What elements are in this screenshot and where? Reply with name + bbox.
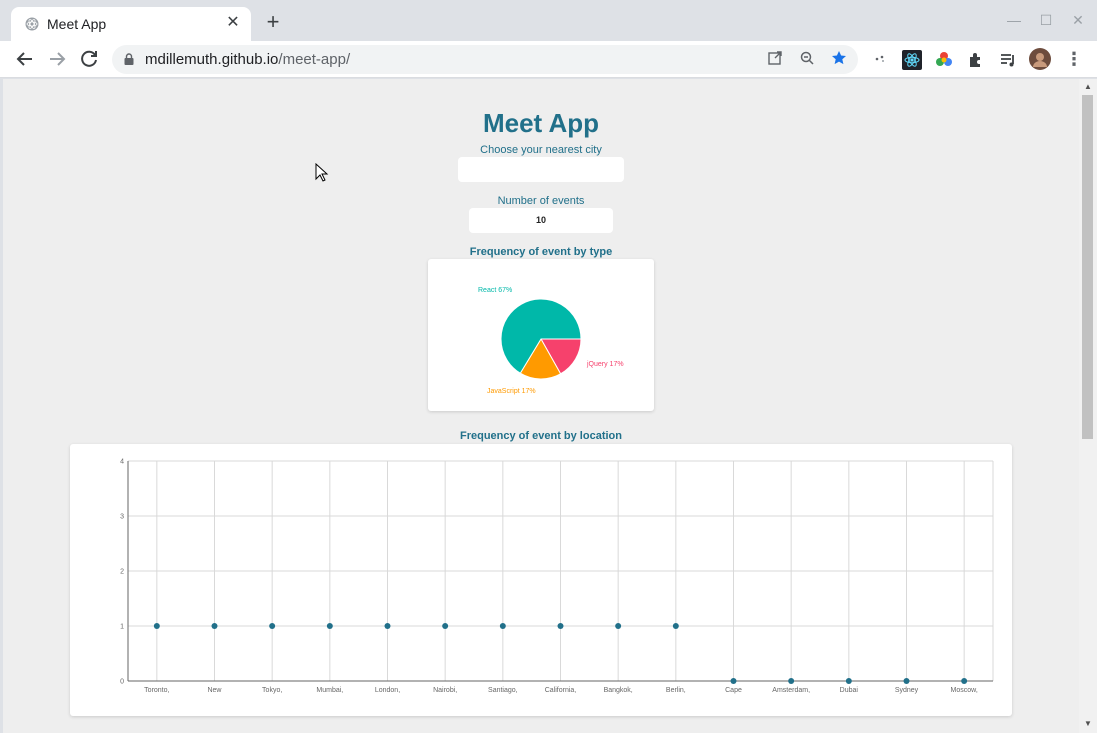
pie-chart: jQuery 17% JavaScript 17% React 67% [478,287,624,395]
scatter-point[interactable] [845,678,852,684]
url-host: mdillemuth.github.io [145,51,279,68]
tab-strip: Meet App ✕ + — ☐ ✕ [0,0,1097,41]
url-path: /meet-app/ [278,51,351,68]
scatter-point[interactable] [615,623,622,629]
y-tick-label: 3 [120,514,124,521]
lock-icon [124,53,134,65]
scatter-point[interactable] [557,623,564,629]
x-tick-label: Amsterdam, [772,687,810,694]
x-tick-label: Cape [725,687,742,694]
scroll-thumb[interactable] [1082,95,1093,439]
page-title: Meet App [482,108,600,138]
scatter-point[interactable] [961,678,968,684]
x-tick-label: Mumbai, [316,687,343,694]
url-text: mdillemuth.github.io/meet-app/ [145,51,350,68]
browser-window: Meet App ✕ + — ☐ ✕ mdillemuth.github.io/… [0,0,1097,733]
y-tick-label: 1 [120,624,124,631]
x-tick-label: Berlin, [666,687,686,694]
profile-avatar[interactable] [1029,48,1051,70]
city-search-input[interactable] [458,157,624,182]
react-devtools-icon[interactable] [902,50,922,70]
scatter-point[interactable] [903,678,910,684]
scatter-point[interactable] [384,623,391,629]
open-in-app-icon[interactable] [765,50,785,70]
tab-close-icon[interactable]: ✕ [223,13,243,33]
x-tick-label: Moscow, [951,687,978,694]
forward-icon[interactable] [45,47,69,71]
scatter-point[interactable] [442,623,449,629]
events-label: Number of events [497,195,585,207]
city-label: Choose your nearest city [480,144,602,156]
close-window-icon[interactable]: ✕ [1068,10,1088,30]
x-tick-label: Bangkok, [604,687,633,694]
x-tick-label: Tokyo, [262,687,282,694]
extensions-puzzle-icon[interactable] [966,50,986,70]
scroll-up-icon[interactable]: ▲ [1083,82,1093,92]
scatter-point[interactable] [211,623,218,629]
y-tick-label: 0 [120,679,124,686]
scatter-point[interactable] [499,623,506,629]
tab-meet-app[interactable]: Meet App ✕ [11,7,251,41]
media-queue-icon[interactable] [998,50,1018,70]
x-tick-label: New [207,687,222,694]
page-scrollbar[interactable]: ▲ ▼ [1079,79,1097,733]
zoom-icon[interactable] [797,50,817,70]
mouse-cursor-icon [315,163,329,182]
x-tick-label: Dubai [840,687,859,694]
scatter-point[interactable] [788,678,795,684]
address-bar[interactable]: mdillemuth.github.io/meet-app/ [112,45,858,74]
x-tick-label: Santiago, [488,687,518,694]
scatter-point[interactable] [672,623,679,629]
bookmark-star-icon[interactable] [829,50,849,70]
scatter-chart-card: 0 1 2 3 4 Toronto, New Tokyo, Mumbai, London, Nair… [70,444,1012,716]
browser-toolbar: mdillemuth.github.io/meet-app/ ⋮ [0,41,1097,78]
x-tick-label: California, [545,687,577,694]
back-icon[interactable] [13,47,37,71]
react-favicon-icon [25,17,39,31]
new-tab-button[interactable]: + [262,11,284,34]
pie-label-javascript: JavaScript 17% [487,388,536,395]
tab-title: Meet App [47,16,107,32]
scatter-point[interactable] [326,623,333,629]
maximize-icon[interactable]: ☐ [1036,10,1056,30]
y-tick-label: 4 [120,459,124,466]
minimize-icon[interactable]: — [1004,10,1024,30]
scatter-point[interactable] [269,623,276,629]
scroll-down-icon[interactable]: ▼ [1083,719,1093,729]
x-tick-label: London, [375,687,400,694]
pie-chart-title: Frequency of event by type [469,246,613,258]
scatter-point[interactable] [153,623,160,629]
x-tick-label: Sydney [895,687,919,694]
scatter-chart: 0 1 2 3 4 Toronto, New Tokyo, Mumbai, London, Nair… [120,459,994,694]
number-of-events-input[interactable]: 10 [469,208,613,233]
scatter-point[interactable] [730,678,737,684]
y-tick-label: 2 [120,569,124,576]
pie-label-react: React 67% [478,287,512,294]
x-tick-label: Nairobi, [433,687,457,694]
x-tick-label: Toronto, [144,687,169,694]
pie-chart-card: jQuery 17% JavaScript 17% React 67% [428,259,654,411]
menu-kebab-icon[interactable]: ⋮ [1062,47,1086,71]
extension-dots-icon[interactable] [870,50,890,70]
scatter-chart-title: Frequency of event by location [460,430,622,442]
page-content: Meet App Choose your nearest city Number… [3,79,1079,733]
pie-label-jquery: jQuery 17% [586,361,624,368]
color-picker-icon[interactable] [934,50,954,70]
reload-icon[interactable] [77,47,101,71]
